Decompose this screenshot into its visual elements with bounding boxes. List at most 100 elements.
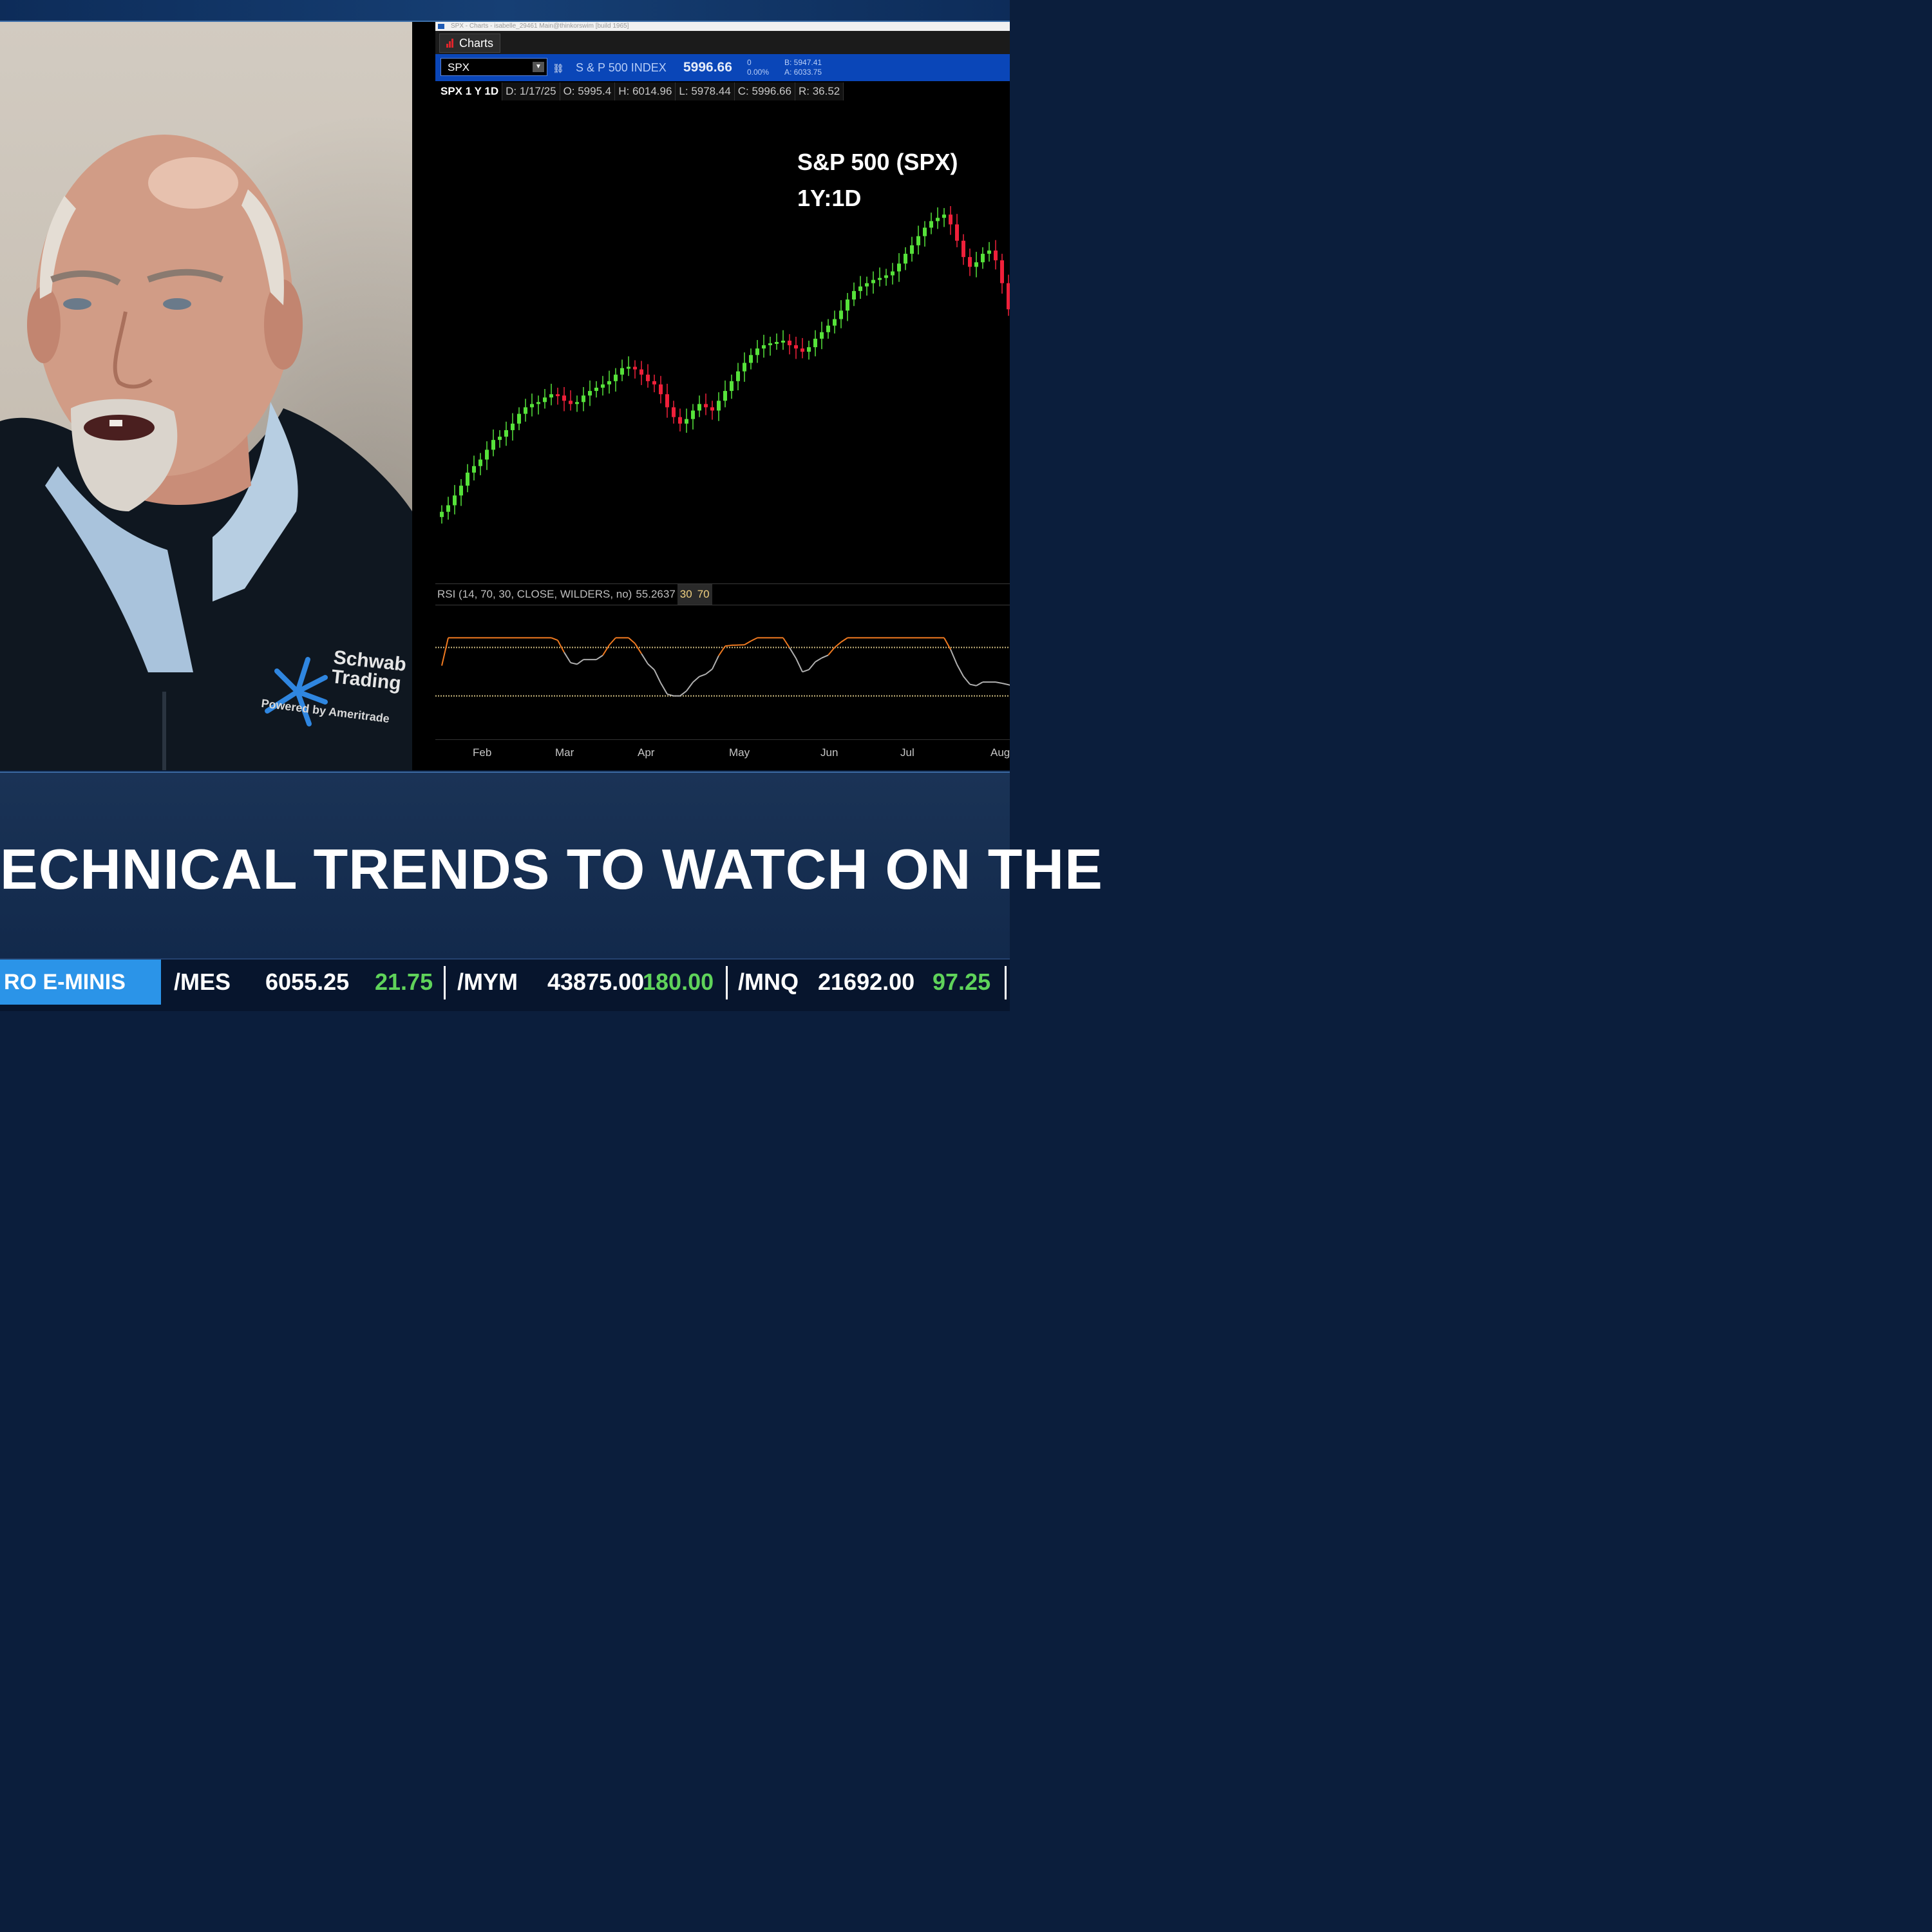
symbol-input[interactable]: SPX ▼	[440, 58, 547, 76]
rsi-line-segment	[712, 655, 719, 670]
candle-body	[736, 371, 740, 381]
candle-body	[672, 407, 676, 417]
axis-label-jul: Jul	[900, 746, 914, 759]
candle-body	[749, 355, 753, 363]
symbol-value: SPX	[448, 61, 470, 73]
candle-body	[601, 384, 605, 388]
candle-body	[588, 391, 592, 396]
candle-body	[955, 224, 959, 241]
change-percent: 0.00%	[747, 68, 770, 77]
candle-body	[569, 401, 573, 404]
ticker-price: 43875.00	[547, 969, 645, 995]
candle-body	[775, 342, 779, 344]
rsi-line-segment	[692, 676, 700, 683]
ask-value: A: 6033.75	[784, 68, 822, 77]
rsi-line-segment	[724, 644, 732, 647]
rsi-low-level: 30	[677, 584, 695, 605]
ohlc-range: R: 36.52	[795, 82, 844, 100]
candle-body	[665, 394, 669, 408]
rsi-value: 55.2637	[636, 588, 676, 600]
ticker-change: 97.25	[933, 969, 991, 995]
candle-body	[916, 236, 920, 245]
rsi-line-segment	[654, 669, 661, 683]
ticker-change: 180.00	[643, 969, 714, 995]
axis-label-apr: Apr	[638, 746, 655, 759]
candle-body	[807, 347, 811, 352]
bid-ask: B: 5947.41 A: 6033.75	[784, 58, 822, 77]
candle-body	[768, 343, 772, 346]
chart-ticker[interactable]: SPX 1 Y 1D	[435, 82, 503, 100]
overlay-line-2: 1Y:1D	[797, 185, 862, 211]
rsi-line-segment	[969, 683, 977, 687]
rsi-line-segment	[995, 681, 1003, 684]
headline-text: ECHNICAL TRENDS TO WATCH ON THE	[0, 837, 1103, 901]
tab-charts-label: Charts	[459, 37, 494, 50]
axis-label-may: May	[729, 746, 750, 759]
candle-body	[1000, 260, 1004, 283]
candle-body	[517, 413, 521, 424]
bar-chart-icon	[446, 39, 455, 48]
tab-charts[interactable]: Charts	[439, 33, 501, 53]
candle-body	[884, 275, 888, 278]
rsi-line-segment	[828, 647, 835, 656]
candle-body	[556, 394, 560, 397]
rsi-line-segment	[647, 663, 655, 670]
rsi-line-segment	[963, 676, 971, 685]
rsi-line-segment	[1001, 683, 1009, 686]
axis-label-aug: Aug	[990, 746, 1010, 759]
candle-body	[923, 227, 927, 236]
candle-body	[524, 407, 527, 414]
candle-body	[498, 437, 502, 440]
rsi-line-segment	[602, 645, 610, 656]
candle-body	[839, 310, 843, 319]
rsi-line-segment	[956, 664, 964, 677]
candle-body	[575, 402, 579, 404]
candle-body	[994, 251, 998, 261]
candle-body	[833, 319, 837, 326]
candle-body	[459, 486, 463, 496]
candle-body	[897, 263, 901, 272]
symbol-description: S & P 500 INDEX	[576, 61, 667, 74]
candle-body	[974, 262, 978, 267]
ohlc-close: C: 5996.66	[734, 82, 795, 100]
candle-body	[511, 423, 515, 430]
rsi-chart[interactable]	[435, 605, 1010, 739]
candle-body	[678, 417, 682, 424]
rsi-label: RSI (14, 70, 30, CLOSE, WILDERS, no)	[437, 588, 632, 600]
rsi-line-segment	[660, 683, 668, 695]
candle-body	[813, 338, 817, 348]
candle-body	[1007, 283, 1010, 310]
candle-body	[633, 366, 637, 370]
axis-label-mar: Mar	[555, 746, 574, 759]
candle-body	[820, 332, 824, 339]
ticker-separator	[1005, 966, 1007, 999]
candle-body	[582, 395, 585, 402]
candle-body	[491, 440, 495, 450]
candle-body	[472, 466, 476, 473]
ohlc-header: SPX 1 Y 1D D: 1/17/25 O: 5995.4 H: 6014.96 L…	[435, 82, 1010, 100]
time-axis: Feb Mar Apr May Jun Jul Aug	[435, 739, 1010, 770]
candle-body	[781, 340, 785, 343]
ticker-price: 6055.25	[265, 969, 350, 995]
rsi-line-segment	[576, 659, 584, 665]
candle-body	[762, 345, 766, 349]
rsi-line-segment	[744, 640, 752, 646]
chart-overlay-title: S&P 500 (SPX) 1Y:1D	[797, 144, 958, 216]
rsi-line-segment	[750, 637, 758, 642]
axis-label-jun: Jun	[820, 746, 838, 759]
ticker-separator	[726, 966, 728, 999]
candle-body	[878, 278, 882, 280]
candle-body	[485, 450, 489, 460]
candle-body	[910, 245, 914, 254]
link-icon[interactable]: ⛓	[553, 62, 564, 75]
chevron-down-icon[interactable]: ▼	[533, 62, 544, 72]
rsi-line-segment	[641, 653, 649, 665]
candle-body	[478, 459, 482, 466]
ohlc-high: H: 6014.96	[615, 82, 676, 100]
rsi-line-segment	[1008, 684, 1010, 686]
rsi-line-segment	[795, 658, 803, 672]
ticker-category-label: RO E-MINIS	[0, 960, 161, 1005]
rsi-line-segment	[815, 657, 822, 663]
candle-body	[504, 430, 508, 437]
rsi-line-segment	[557, 639, 565, 653]
